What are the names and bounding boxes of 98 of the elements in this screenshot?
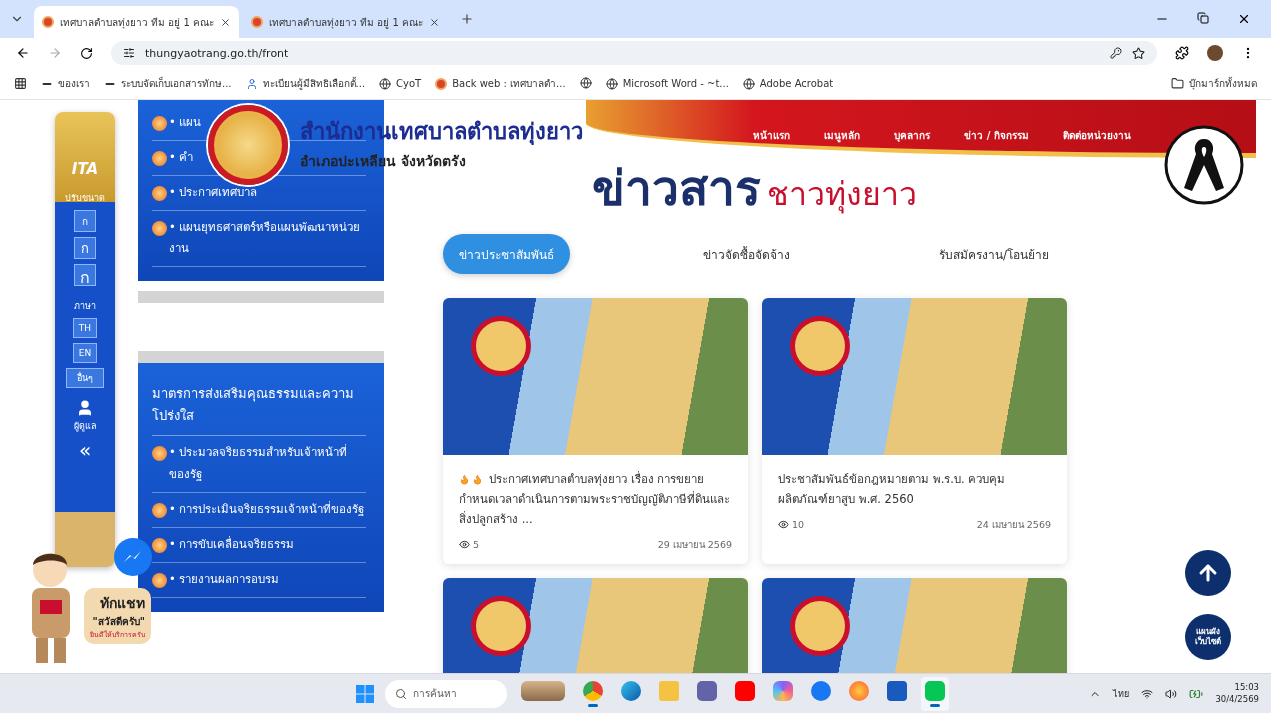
input-language[interactable]: ไทย: [1113, 686, 1130, 701]
person-icon[interactable]: [76, 399, 94, 417]
all-bookmarks-link[interactable]: บุ๊กมาร์กทั้งหมด: [1189, 76, 1257, 91]
bullet-icon: [152, 116, 167, 131]
site-favicon: [251, 16, 263, 28]
chat-title: ทักแชท: [100, 594, 145, 613]
sitemap-button[interactable]: แผนผัง เว็บไซต์: [1185, 614, 1231, 660]
bookmark[interactable]: ทะเบียนผู้มีสิทธิเลือกตั้...: [245, 76, 366, 91]
restore-icon[interactable]: [1197, 12, 1209, 24]
clock[interactable]: 15:03 30/4/2569: [1215, 681, 1259, 706]
news-date: 24 เมษายน 2569: [976, 518, 1051, 533]
menu-item[interactable]: • ประมวลจริยธรรมสำหรับเจ้าหน้าที่ของรัฐ: [152, 442, 366, 487]
language-label: ภาษา: [74, 300, 96, 313]
language-button[interactable]: อื่นๆ: [66, 368, 104, 388]
bullet-icon: [152, 150, 167, 166]
menu-item[interactable]: • แผน: [152, 112, 202, 134]
menu-item[interactable]: • ประกาศเทศบาล: [152, 181, 258, 204]
facebook-app-icon[interactable]: [811, 680, 831, 701]
word-app-icon[interactable]: [887, 680, 907, 701]
teams-app-icon[interactable]: [697, 680, 717, 701]
site-favicon: [42, 16, 54, 28]
bullet-icon: [152, 503, 167, 519]
widget-app-icon[interactable]: [521, 680, 565, 701]
site-settings-icon[interactable]: [123, 47, 135, 59]
site-favicon: [435, 77, 448, 90]
menu-item[interactable]: • การประเมินจริยธรรมเจ้าหน้าที่ของรัฐ: [152, 499, 365, 521]
language-button[interactable]: TH: [73, 318, 97, 338]
bookmark[interactable]: Back web : เทศบาลตำ...: [435, 76, 566, 91]
globe-icon: [579, 76, 592, 89]
menu-item[interactable]: • แผนยุทธศาสตร์หรือแผนพัฒนาหน่วยงาน: [152, 216, 366, 261]
collapse-button[interactable]: «: [78, 438, 92, 462]
close-icon[interactable]: [429, 16, 440, 28]
font-size-button[interactable]: ก: [74, 264, 96, 286]
nav-link[interactable]: เมนูหลัก: [824, 128, 861, 143]
bookmark[interactable]: ของเรา: [41, 76, 90, 91]
copilot-app-icon[interactable]: [773, 680, 793, 701]
size-label: ปรับขนาด: [65, 192, 105, 205]
close-icon[interactable]: [220, 16, 231, 28]
new-tab-icon[interactable]: [460, 12, 474, 26]
bookmark[interactable]: Microsoft Word - ~t...: [605, 77, 729, 90]
news-tab[interactable]: รับสมัครงาน/โอนย้าย: [922, 234, 1065, 274]
profile-avatar[interactable]: [1207, 45, 1223, 61]
news-tab[interactable]: ข่าวจัดซื้อจัดจ้าง: [686, 234, 806, 274]
back-icon[interactable]: [16, 46, 30, 60]
font-size-button[interactable]: ก: [74, 237, 96, 259]
bookmark[interactable]: Adobe Acrobat: [742, 77, 834, 90]
youtube-app-icon[interactable]: [735, 680, 755, 701]
view-count: 5: [459, 539, 480, 551]
apps-icon[interactable]: [14, 77, 27, 90]
extensions-icon[interactable]: [1175, 46, 1189, 60]
globe-icon: [605, 77, 618, 90]
menu-item[interactable]: • คำ: [152, 146, 194, 169]
menu-heading: มาตรการส่งเสริมคุณธรรมและความโปร่งใส: [152, 369, 366, 437]
news-card[interactable]: ประกาศเทศบาลตำบลทุ่งยาว เรื่อง การขยายกำหนดเวลาดำเนินการตามพระราชบัญญัติภาษีที่ดินและสิ่งปลูกสร้าง ... 5 29 เมษายน 2569: [443, 298, 748, 565]
person-icon: [245, 77, 258, 90]
globe-icon: [742, 77, 755, 90]
admin-label[interactable]: ผู้ดูแล: [73, 419, 97, 433]
chat-greeting: "สวัสดีครับ": [92, 615, 145, 629]
scroll-top-button[interactable]: [1185, 550, 1231, 596]
section-heading: ข่าวสาร ชาวทุ่งยาว: [590, 164, 918, 212]
messenger-icon[interactable]: [114, 538, 152, 576]
nav-link[interactable]: หน้าแรก: [753, 128, 791, 143]
volume-icon[interactable]: [1165, 687, 1178, 700]
news-title: ประกาศเทศบาลตำบลทุ่งยาว เรื่อง การขยายกำหนดเวลาดำเนินการตามพระราชบัญญัติภาษีที่ดินและสิ่งปลูกสร้าง ...: [459, 470, 731, 529]
bullet-icon: [152, 537, 167, 553]
folder-icon[interactable]: [1171, 77, 1184, 90]
edge-app-icon[interactable]: [621, 680, 641, 701]
bookmark[interactable]: CyoT: [379, 77, 422, 90]
bullet-icon: [152, 572, 167, 588]
menu-item[interactable]: • รายงานผลการอบรม: [152, 568, 280, 591]
close-icon[interactable]: [1237, 12, 1251, 26]
key-icon[interactable]: [1110, 47, 1122, 59]
nav-link[interactable]: ติดต่อหน่วยงาน: [1063, 128, 1131, 143]
star-icon[interactable]: [1132, 46, 1145, 60]
bullet-icon: [152, 446, 167, 462]
browser-tab[interactable]: เทศบาลตำบลทุ่งยาว ทีม อยู่ 1 คณะ: [243, 6, 448, 38]
mourning-ribbon-icon: [1164, 125, 1244, 205]
reload-icon[interactable]: [80, 46, 93, 60]
browser-tab[interactable]: เทศบาลตำบลทุ่งยาว ทีม อยู่ 1 คณะ: [34, 6, 239, 38]
news-card[interactable]: ประชาสัมพันธ์ข้อกฎหมายตาม พ.ร.บ. ควบคุมผลิตภัณฑ์ยาสูบ พ.ศ. 2560 10 24 เมษายน 2569: [762, 298, 1067, 565]
news-title: ประชาสัมพันธ์ข้อกฎหมายตาม พ.ร.บ. ควบคุมผลิตภัณฑ์ยาสูบ พ.ศ. 2560: [778, 471, 1007, 509]
address-bar[interactable]: thungyaotrang.go.th/front: [111, 41, 1157, 65]
menu-item[interactable]: • การขับเคลื่อนจริยธรรม: [152, 533, 295, 556]
bullet-icon: [152, 220, 167, 236]
search-icon[interactable]: [395, 687, 407, 700]
nav-link[interactable]: บุคลากร: [894, 128, 931, 143]
chrome-app-icon[interactable]: [583, 680, 603, 701]
font-size-button[interactable]: ก: [74, 210, 96, 232]
windows-start-icon[interactable]: [355, 683, 375, 704]
bookmark[interactable]: ระบบจัดเก็บเอกสารทักษ...: [104, 76, 232, 91]
view-count: 10: [778, 519, 805, 531]
bullet-icon: [152, 185, 167, 201]
language-button[interactable]: EN: [73, 343, 97, 363]
nav-link[interactable]: ข่าว / กิจกรรม: [964, 128, 1029, 143]
taskbar-search-field[interactable]: การค้นหา: [385, 679, 507, 708]
globe-icon: [379, 77, 392, 90]
news-date: 29 เมษายน 2569: [657, 538, 732, 553]
wifi-icon[interactable]: [1141, 687, 1154, 700]
